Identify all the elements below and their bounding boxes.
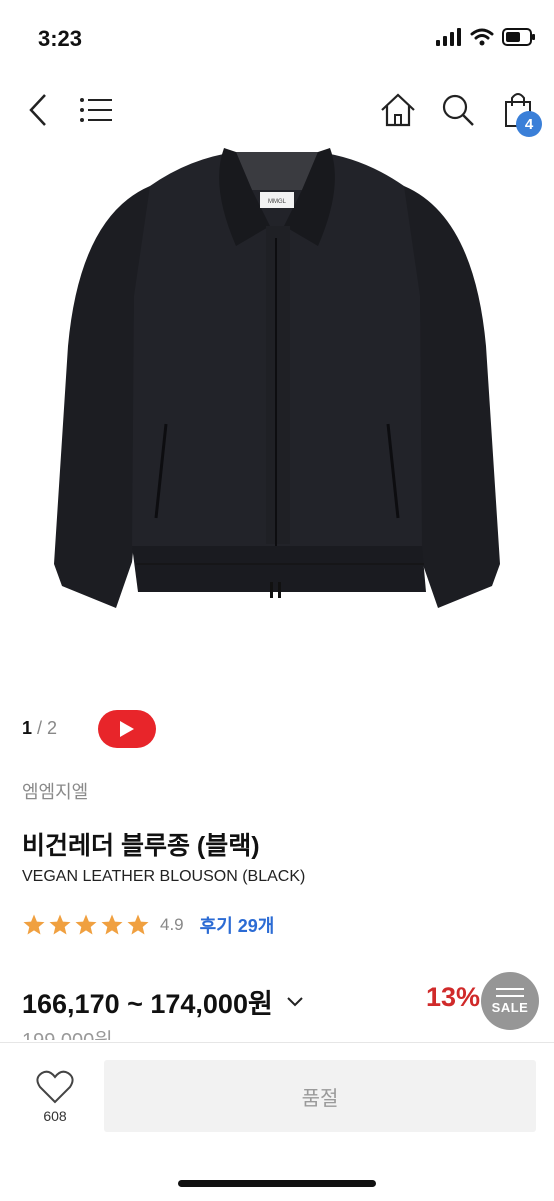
original-price: 199,000원 [22,1024,113,1040]
like-button[interactable]: 608 [32,1070,78,1124]
discount-rate: 13% [426,982,481,1012]
heart-icon [36,1070,74,1104]
search-icon [442,94,474,126]
home-icon [381,93,415,127]
status-time: 3:23 [38,26,83,51]
menu-icon [80,98,112,122]
battery-icon [502,28,535,46]
pager-separator: / [32,718,48,738]
jacket-image: MMGL [54,148,500,608]
video-play-button[interactable] [98,710,156,748]
sale-label: SALE [491,999,529,1015]
price-range: 166,170 ~ 174,000원 [22,989,273,1019]
sale-floating-button[interactable]: SALE [481,972,539,1030]
chevron-down-icon [287,996,303,1006]
product-title: 비건레더 블루종 (블랙) [22,832,260,860]
rating-score: 4.9 [160,915,184,934]
star-icon [127,914,149,935]
status-icons [436,28,536,46]
pager-total: 2 [47,718,58,738]
brand-name[interactable]: 엠엠지엘 [22,778,88,804]
star-icon [23,914,45,935]
cart-count-badge: 4 [516,111,542,137]
soldout-button[interactable]: 품절 [104,1060,536,1132]
sale-lines-icon [496,987,524,997]
signal-icon [436,28,461,46]
wifi-icon [470,28,494,46]
jacket-label-text: MMGL [268,199,287,205]
price-range-toggle[interactable]: 166,170 ~ 174,000원 [22,982,303,1021]
like-count: 608 [43,1108,67,1124]
home-indicator [178,1180,376,1187]
product-image[interactable]: MMGL [40,146,514,616]
status-bar: 3:23 [0,0,554,80]
back-icon [29,94,46,126]
menu-button[interactable] [78,80,114,140]
home-button[interactable] [378,80,418,140]
search-button[interactable] [438,80,478,140]
play-icon [120,721,134,737]
product-title-english: VEGAN LEATHER BLOUSON (BLACK) [22,868,306,885]
reviews-link[interactable]: 후기 29개 [200,912,275,938]
rating-row: 4.9 후기 29개 [22,912,274,938]
star-icon [49,914,71,935]
back-button[interactable] [20,80,56,140]
star-icon [101,914,123,935]
pager-current: 1 [22,718,33,738]
top-navigation [0,80,554,144]
image-pager: 1 / 2 [22,718,57,739]
star-icon [75,914,97,935]
